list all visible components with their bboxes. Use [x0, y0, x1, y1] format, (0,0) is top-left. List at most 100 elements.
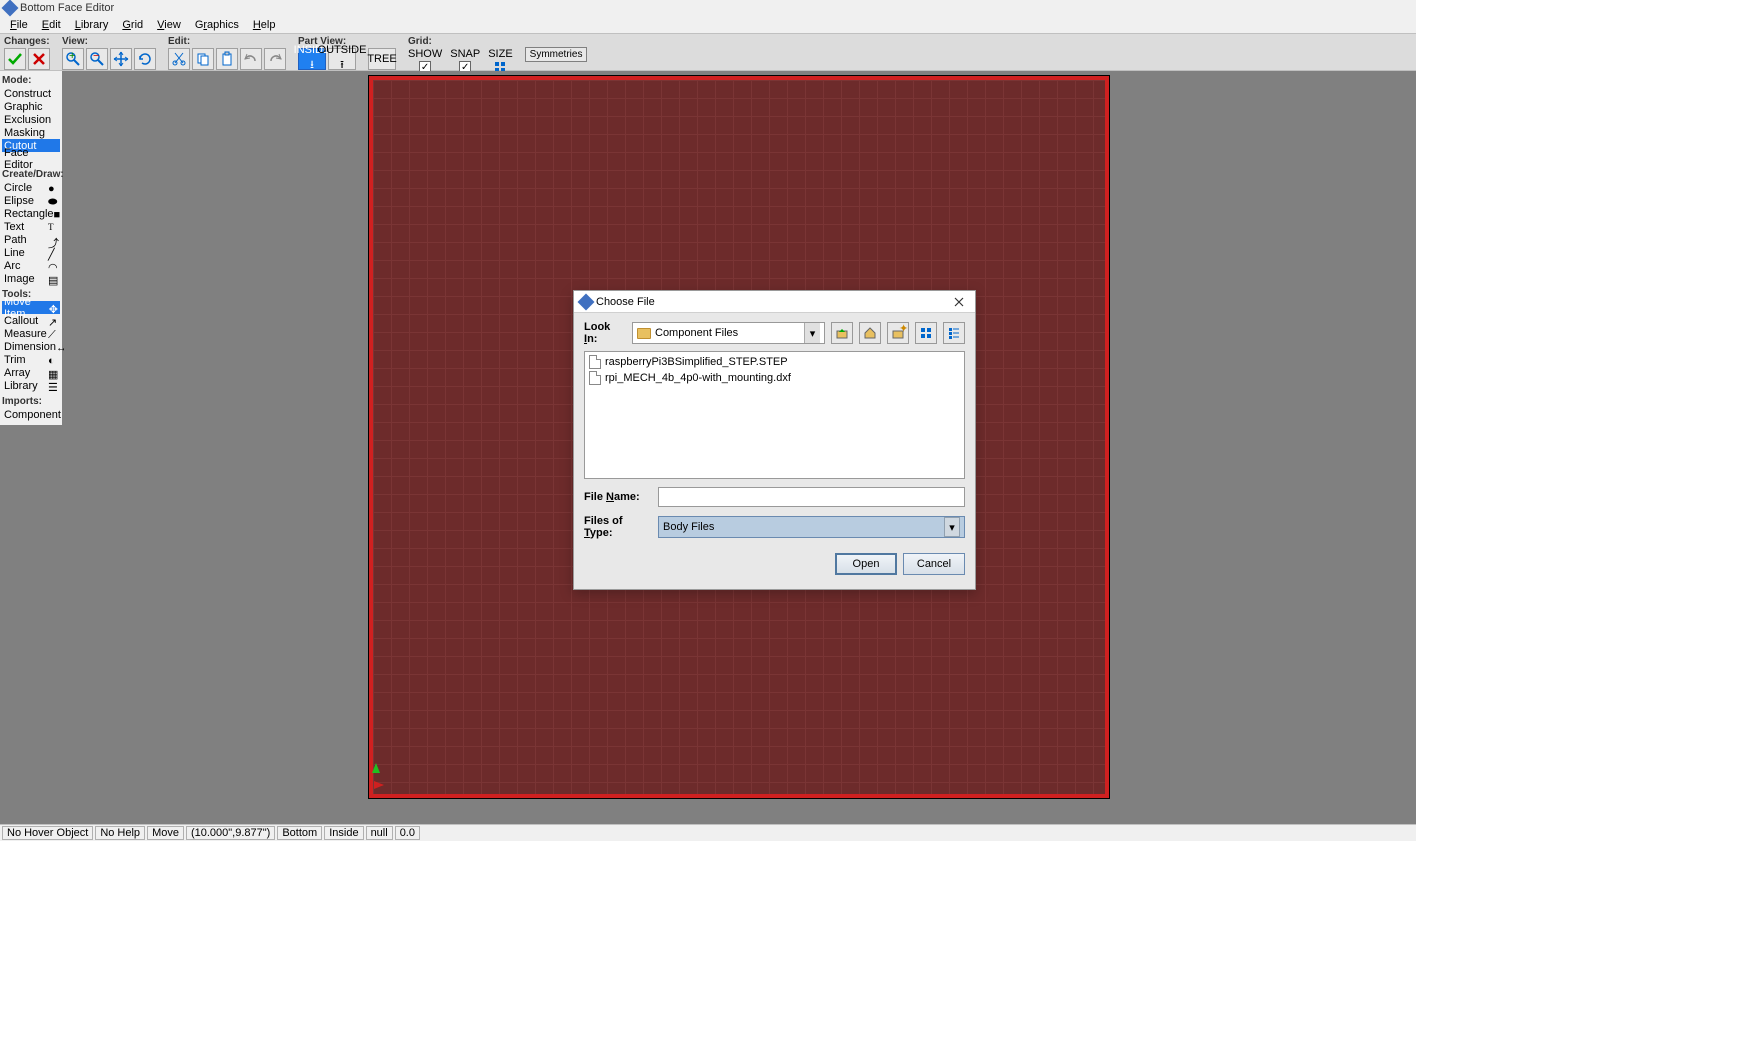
filetype-value: Body Files	[663, 521, 714, 533]
menu-graphics[interactable]: Graphics	[189, 18, 245, 32]
app-icon	[2, 0, 19, 16]
tool-library[interactable]: Library☰	[2, 379, 60, 392]
home-button[interactable]	[859, 322, 881, 344]
status-val: 0.0	[395, 826, 420, 840]
rectangle-icon: ■	[54, 209, 61, 219]
accept-button[interactable]	[4, 48, 26, 70]
cut-button[interactable]	[168, 48, 190, 70]
tool-measure-label: Measure	[4, 328, 47, 340]
mode-faceeditor[interactable]: Face Editor	[2, 152, 60, 165]
tree-label: TREE	[367, 53, 396, 65]
status-misc: null	[366, 826, 393, 840]
undo-button[interactable]	[240, 48, 262, 70]
y-axis-arrow-icon	[372, 763, 380, 773]
create-circle[interactable]: Circle●	[2, 181, 60, 194]
measure-icon: ⟋	[48, 329, 58, 339]
grid-size-label: SIZE	[488, 48, 512, 60]
up-folder-button[interactable]	[831, 322, 853, 344]
tool-trim-label: Trim	[4, 354, 26, 366]
create-arc-label: Arc	[4, 260, 21, 272]
create-rectangle[interactable]: Rectangle■	[2, 207, 60, 220]
menu-view[interactable]: View	[151, 18, 187, 32]
menu-library[interactable]: Library	[69, 18, 115, 32]
create-rectangle-label: Rectangle	[4, 208, 54, 220]
filetype-label: Files of Type:	[584, 515, 654, 539]
page-blank-bottom	[0, 841, 1748, 1038]
create-image[interactable]: Image▤	[2, 272, 60, 285]
tool-array[interactable]: Array▦	[2, 366, 60, 379]
menu-grid[interactable]: Grid	[116, 18, 149, 32]
grid-show-label: SHOW	[408, 48, 442, 60]
tool-measure[interactable]: Measure⟋	[2, 327, 60, 340]
import-component[interactable]: Component	[2, 408, 60, 421]
filetype-combo[interactable]: Body Files ▾	[658, 516, 965, 538]
create-path[interactable]: Path⤴	[2, 233, 60, 246]
dialog-close-button[interactable]	[949, 294, 969, 310]
dialog-body: Look In: Component Files ▾ ✦ raspberryPi…	[574, 313, 975, 589]
detail-view-button[interactable]	[943, 322, 965, 344]
menu-edit[interactable]: Edit	[36, 18, 67, 32]
tool-callout-label: Callout	[4, 315, 38, 327]
menu-file[interactable]: File	[4, 18, 34, 32]
create-path-label: Path	[4, 234, 27, 246]
mode-graphic[interactable]: Graphic	[2, 100, 60, 113]
pan-button[interactable]	[110, 48, 132, 70]
label-changes: Changes:	[4, 36, 50, 47]
file-list[interactable]: raspberryPi3BSimplified_STEP.STEP rpi_ME…	[584, 351, 965, 479]
svg-text:−: −	[93, 50, 99, 62]
trim-icon: ◐	[48, 355, 58, 365]
mode-exclusion-label: Exclusion	[4, 114, 51, 126]
sidebar-mode-header: Mode:	[2, 75, 60, 86]
mode-masking[interactable]: Masking	[2, 126, 60, 139]
text-icon: T	[48, 222, 58, 232]
lookin-label: Look In:	[584, 321, 626, 345]
tool-dimension[interactable]: Dimension↔	[2, 340, 60, 353]
grid-controls: SHOW SNAP SIZE	[408, 48, 513, 73]
section-changes: Changes:	[4, 36, 50, 70]
file-item[interactable]: raspberryPi3BSimplified_STEP.STEP	[587, 354, 962, 370]
create-arc[interactable]: Arc◠	[2, 259, 60, 272]
sidebar-create-header: Create/Draw:	[2, 169, 60, 180]
chevron-down-icon[interactable]: ▾	[804, 323, 820, 343]
filename-label: File Name:	[584, 491, 654, 503]
create-elipse-label: Elipse	[4, 195, 34, 207]
create-line[interactable]: Line ╱	[2, 246, 60, 259]
redo-button[interactable]	[264, 48, 286, 70]
paste-button[interactable]	[216, 48, 238, 70]
tool-callout[interactable]: Callout↗	[2, 314, 60, 327]
tool-moveitem[interactable]: Move Item✥	[2, 301, 60, 314]
mode-masking-label: Masking	[4, 127, 45, 139]
copy-button[interactable]	[192, 48, 214, 70]
label-view: View:	[62, 36, 156, 47]
outside-label: OUTSIDE	[318, 44, 367, 56]
tool-trim[interactable]: Trim ◐	[2, 353, 60, 366]
create-text[interactable]: TextT	[2, 220, 60, 233]
file-item[interactable]: rpi_MECH_4b_4p0-with_mounting.dxf	[587, 370, 962, 386]
menu-help[interactable]: Help	[247, 18, 282, 32]
create-line-label: Line	[4, 247, 25, 259]
chevron-down-icon[interactable]: ▾	[944, 517, 960, 537]
zoom-in-button[interactable]: +	[62, 48, 84, 70]
mode-construct-label: Construct	[4, 88, 51, 100]
tree-button[interactable]: TREE	[368, 48, 396, 70]
refresh-button[interactable]	[134, 48, 156, 70]
mode-construct[interactable]: Construct	[2, 87, 60, 100]
create-circle-label: Circle	[4, 182, 32, 194]
zoom-out-button[interactable]: −	[86, 48, 108, 70]
reject-button[interactable]	[28, 48, 50, 70]
symmetries-button[interactable]: Symmetries	[525, 47, 588, 62]
label-edit: Edit:	[168, 36, 286, 47]
file-dialog: Choose File Look In: Component Files ▾ ✦…	[573, 290, 976, 590]
new-folder-button[interactable]: ✦	[887, 322, 909, 344]
create-elipse[interactable]: Elipse⬬	[2, 194, 60, 207]
dialog-titlebar[interactable]: Choose File	[574, 291, 975, 313]
line-icon: ╱	[48, 248, 58, 258]
list-view-button[interactable]	[915, 322, 937, 344]
outside-button[interactable]: OUTSIDE⭱	[328, 48, 356, 70]
lookin-combo[interactable]: Component Files ▾	[632, 322, 825, 344]
mode-exclusion[interactable]: Exclusion	[2, 113, 60, 126]
status-hover: No Hover Object	[2, 826, 93, 840]
open-button[interactable]: Open	[835, 553, 897, 575]
filename-input[interactable]	[658, 487, 965, 507]
cancel-button[interactable]: Cancel	[903, 553, 965, 575]
